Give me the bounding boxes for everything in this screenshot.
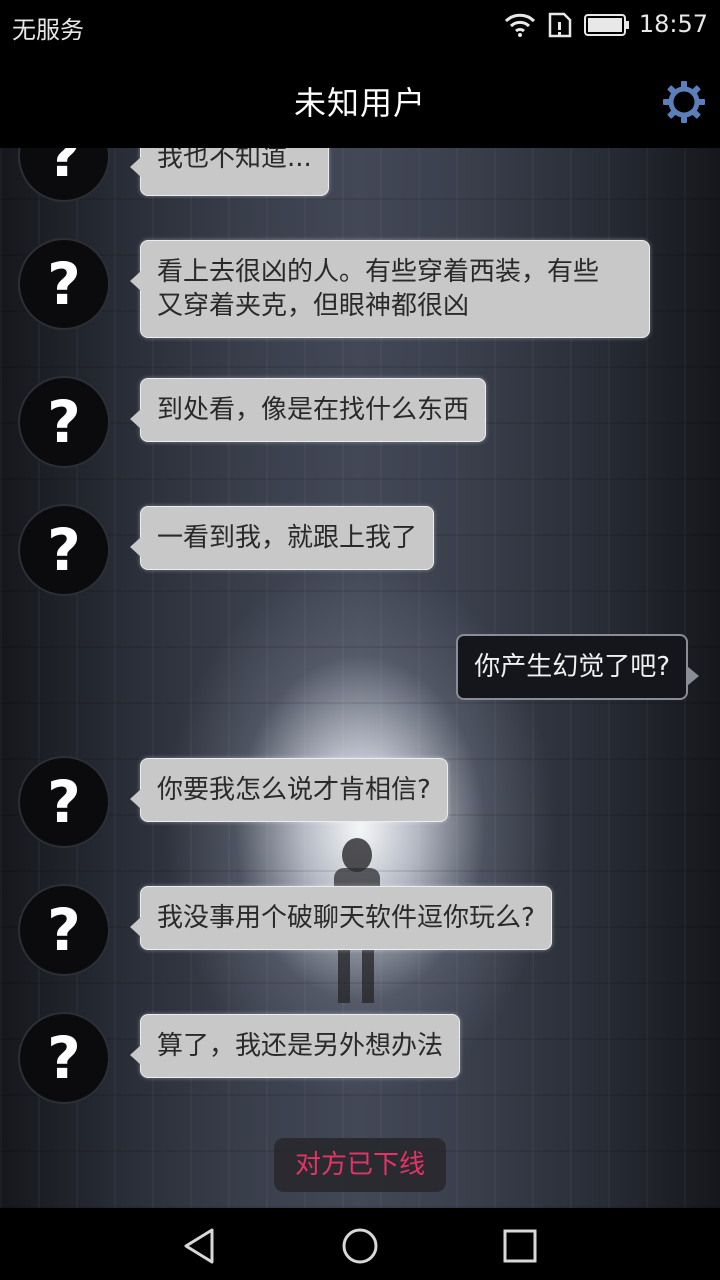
message-bubble-outgoing[interactable]: 你产生幻觉了吧? <box>456 634 699 700</box>
message-text: 看上去很凶的人。有些穿着西装，有些 <box>157 257 600 287</box>
message-text: 算了，我还是另外想办法 <box>157 1031 444 1061</box>
message-text: 你要我怎么说才肯相信? <box>157 775 431 805</box>
status-icons <box>504 12 630 38</box>
message-text: 我没事用个破聊天软件逗你玩么? <box>157 903 535 933</box>
back-icon[interactable] <box>180 1226 220 1266</box>
wifi-icon <box>504 13 536 37</box>
battery-icon <box>584 14 629 36</box>
page-title: 未知用户 <box>293 84 426 122</box>
status-bar: 无服务 18:57 <box>0 0 720 50</box>
message-bubble-incoming[interactable]: 算了，我还是另外想办法 <box>129 1014 461 1078</box>
message-bubble-incoming[interactable]: 我也不知道... <box>130 148 329 196</box>
clock: 18:57 <box>638 10 708 38</box>
home-icon[interactable] <box>340 1226 380 1266</box>
navigation-bar <box>0 1208 720 1280</box>
carrier-label: 无服务 <box>12 16 84 44</box>
message-bubble-incoming[interactable]: 到处看，像是在找什么东西 <box>129 378 487 442</box>
message-text: 到处看，像是在找什么东西 <box>157 395 470 425</box>
avatar[interactable]: ? <box>18 756 110 848</box>
offline-notice: 对方已下线 <box>274 1138 446 1192</box>
title-bar: 未知用户 <box>0 50 720 148</box>
sim-icon <box>548 12 572 38</box>
message-text: 一看到我，就跟上我了 <box>157 523 418 553</box>
avatar[interactable]: ? <box>18 884 110 976</box>
message-bubble-incoming[interactable]: 你要我怎么说才肯相信? <box>130 758 448 822</box>
message-text: 你产生幻觉了吧? <box>474 652 670 682</box>
avatar[interactable]: ? <box>18 1012 110 1104</box>
chat-area[interactable]: ? 我也不知道... ? 看上去很凶的人。有些穿着西装，有些 又穿着夹克，但眼神… <box>0 148 720 1208</box>
avatar[interactable]: ? <box>18 504 110 596</box>
message-bubble-incoming[interactable]: 我没事用个破聊天软件逗你玩么? <box>130 886 552 950</box>
message-bubble-incoming[interactable]: 看上去很凶的人。有些穿着西装，有些 又穿着夹克，但眼神都很凶 <box>130 240 650 338</box>
avatar[interactable]: ? <box>18 376 110 468</box>
avatar[interactable]: ? <box>18 238 110 330</box>
message-bubble-incoming[interactable]: 一看到我，就跟上我了 <box>129 506 435 570</box>
message-text: 我也不知道... <box>157 148 312 173</box>
gear-icon[interactable] <box>662 80 706 124</box>
recents-icon[interactable] <box>500 1226 540 1266</box>
message-text-line2: 又穿着夹克，但眼神都很凶 <box>157 291 470 321</box>
